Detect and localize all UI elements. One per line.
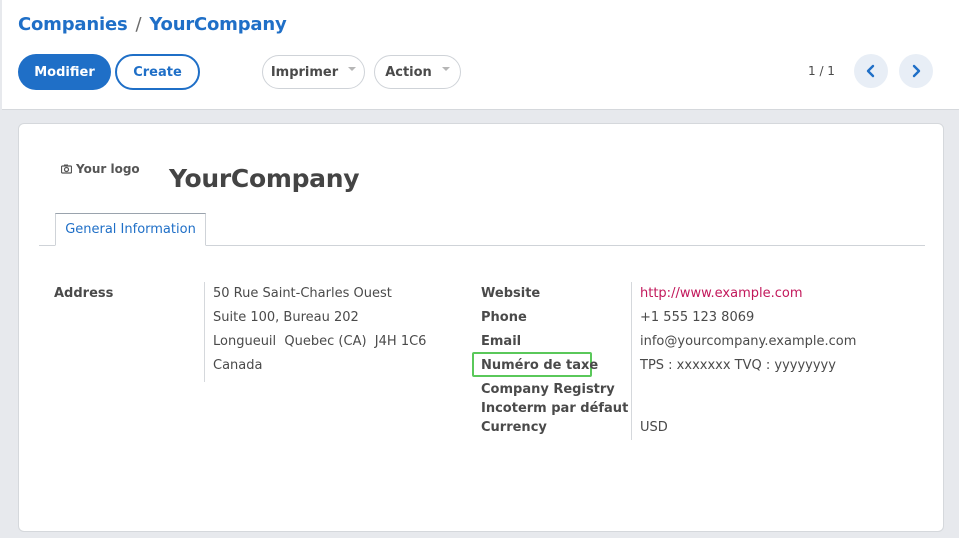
form-sheet: Your logo YourCompany General Informatio… [18, 123, 944, 532]
address-line: Longueuil Quebec (CA) J4H 1C6 [213, 334, 427, 349]
pager-value[interactable]: 1 / 1 [808, 64, 835, 78]
logo-label: Your logo [76, 162, 140, 176]
website-link[interactable]: http://www.example.com [640, 286, 803, 301]
create-button[interactable]: Create [115, 54, 200, 90]
pager-next-button[interactable] [899, 54, 933, 88]
breadcrumb-companies-link[interactable]: Companies [18, 14, 128, 35]
breadcrumb-current: YourCompany [149, 14, 287, 35]
action-dropdown-label: Action [385, 64, 432, 80]
address-label: Address [54, 286, 114, 301]
caret-down-icon [348, 67, 357, 71]
phone-label: Phone [481, 310, 527, 325]
phone-value: +1 555 123 8069 [640, 310, 755, 325]
pager-previous-button[interactable] [854, 54, 888, 88]
email-value: info@yourcompany.example.com [640, 334, 857, 349]
default-incoterm-label: Incoterm par défaut [481, 401, 629, 416]
currency-label: Currency [481, 420, 547, 435]
tax-id-value: TPS : xxxxxxx TVQ : yyyyyyyy [640, 358, 836, 373]
camera-icon [61, 164, 72, 174]
address-line: Canada [213, 358, 263, 373]
address-divider [204, 282, 205, 382]
edit-button[interactable]: Modifier [18, 54, 111, 90]
breadcrumb: Companies / YourCompany [18, 14, 287, 35]
chevron-left-icon [866, 64, 875, 78]
action-dropdown[interactable]: Action [374, 55, 461, 89]
company-registry-label: Company Registry [481, 382, 615, 397]
company-name-field: YourCompany [169, 164, 360, 193]
currency-value: USD [640, 420, 668, 435]
website-label: Website [481, 286, 541, 301]
control-panel: Companies / YourCompany Modifier Create … [2, 0, 959, 110]
print-dropdown[interactable]: Imprimer [262, 55, 365, 89]
breadcrumb-separator: / [135, 14, 142, 35]
tab-general-information[interactable]: General Information [55, 213, 206, 246]
caret-down-icon [441, 67, 450, 71]
address-line: 50 Rue Saint-Charles Ouest [213, 286, 392, 301]
fields-divider [631, 282, 632, 440]
chevron-right-icon [912, 64, 921, 78]
address-line: Suite 100, Bureau 202 [213, 310, 359, 325]
tax-id-label: Numéro de taxe [481, 358, 599, 373]
email-label: Email [481, 334, 522, 349]
company-logo-upload[interactable]: Your logo [61, 162, 140, 176]
print-dropdown-label: Imprimer [270, 64, 339, 80]
